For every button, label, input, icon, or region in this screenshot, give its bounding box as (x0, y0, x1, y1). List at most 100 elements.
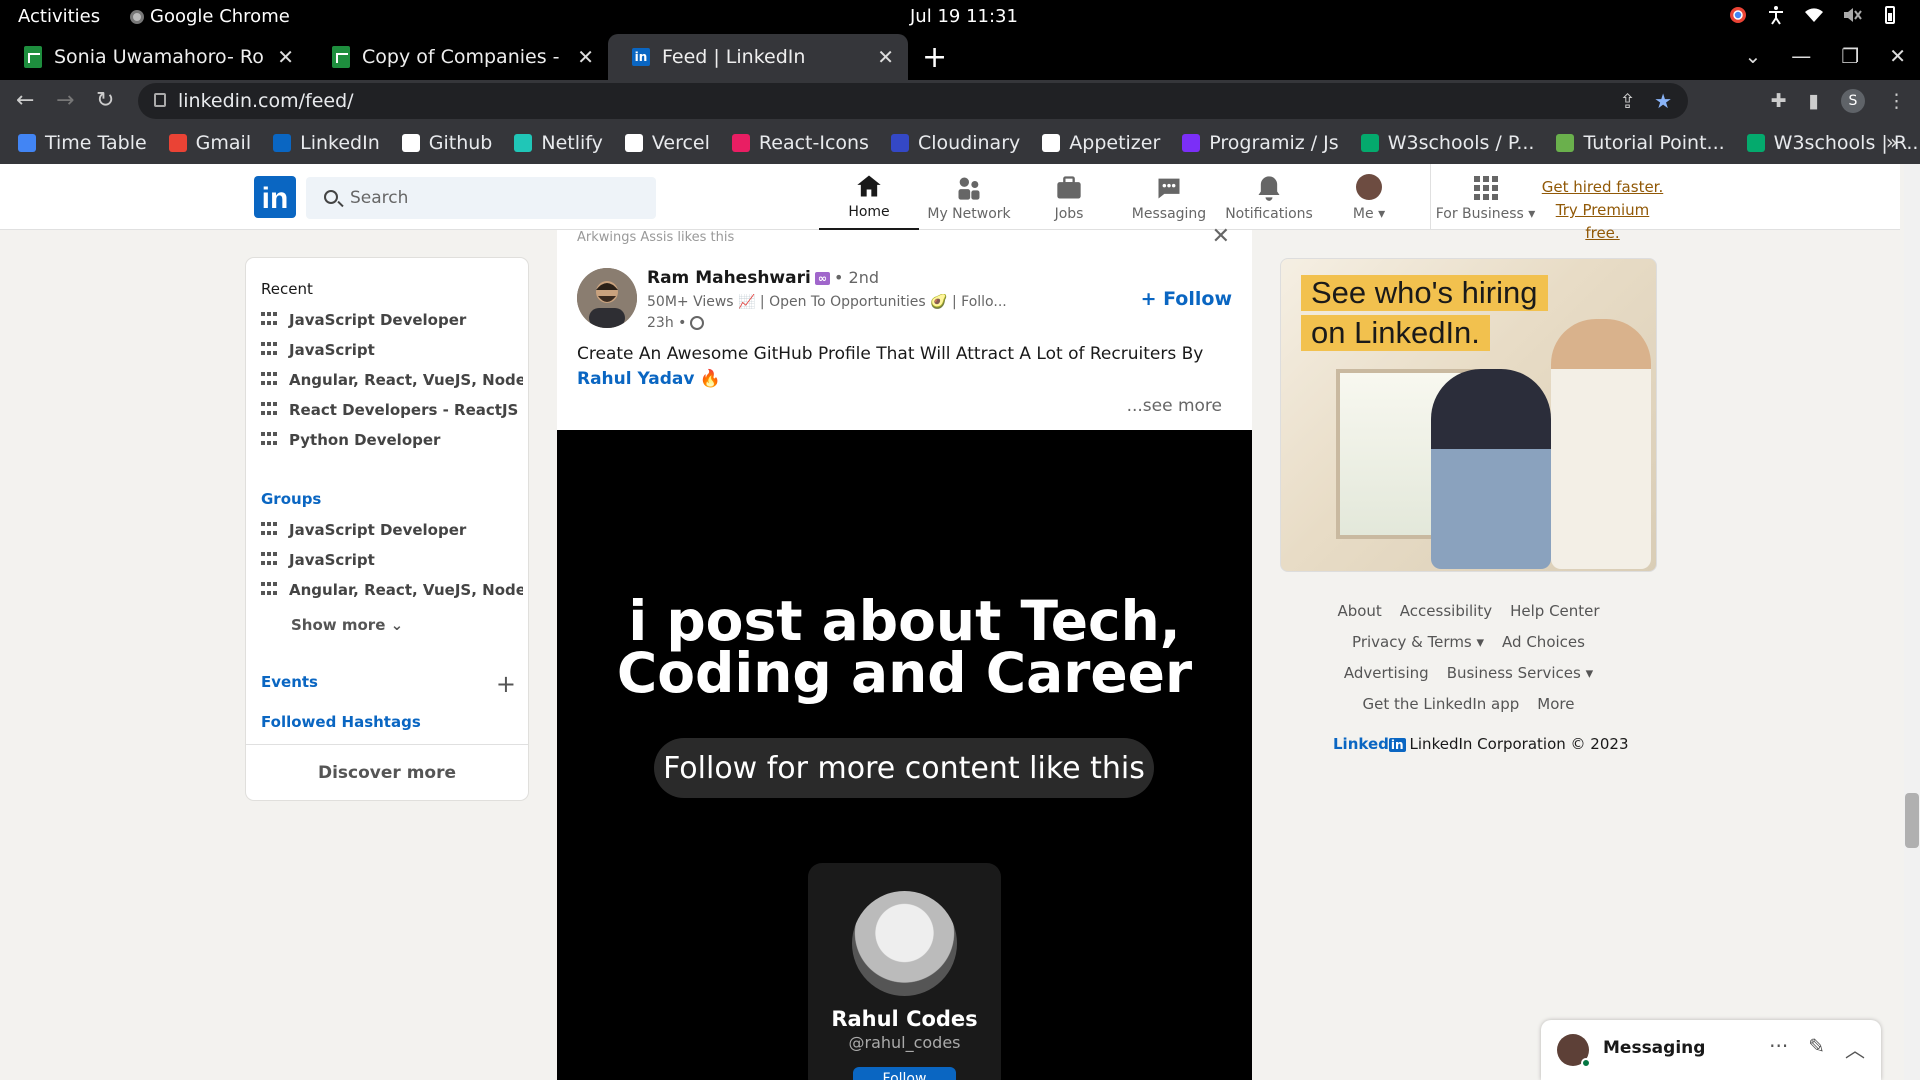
ad-card[interactable]: See who's hiring on LinkedIn. (1280, 258, 1657, 572)
forward-arrow-icon[interactable]: → (56, 88, 74, 113)
nav-notifications[interactable]: Notifications (1219, 164, 1319, 230)
sidebar-item[interactable]: Python Developer (261, 431, 523, 449)
bookmark-item[interactable]: Vercel (624, 132, 710, 154)
more-options-icon[interactable]: ··· (1769, 1034, 1788, 1063)
ad-headline-line-1: See who's hiring (1301, 275, 1548, 311)
close-icon[interactable]: ✕ (277, 45, 294, 69)
extensions-icon[interactable]: ✚ (1771, 90, 1787, 112)
premium-upsell-link[interactable]: Get hired faster. Try Premium free. (1540, 176, 1665, 245)
new-tab-button[interactable]: + (922, 40, 947, 75)
footer-link[interactable]: More (1537, 695, 1574, 713)
browser-tab[interactable]: Copy of Companies - Goo ✕ (308, 34, 608, 80)
nav-label: Me ▾ (1353, 206, 1385, 222)
bookmark-label: Appetizer (1069, 132, 1161, 154)
nav-messaging[interactable]: Messaging (1119, 164, 1219, 230)
bookmark-item[interactable]: Programiz / Js (1182, 132, 1339, 154)
nav-label: Notifications (1225, 206, 1313, 222)
group-icon (261, 552, 277, 568)
close-window-icon[interactable]: ✕ (1889, 44, 1906, 68)
bookmark-item[interactable]: W3schools / P... (1360, 132, 1534, 154)
sidebar-item[interactable]: JavaScript Developer (261, 521, 523, 539)
dismiss-post-icon[interactable]: ✕ (1212, 224, 1230, 249)
followed-hashtags-link[interactable]: Followed Hashtags (261, 713, 421, 731)
linkedin-logo[interactable]: in (254, 176, 296, 218)
nav-me[interactable]: Me ▾ (1319, 164, 1419, 230)
footer-link[interactable]: Accessibility (1400, 602, 1492, 620)
reload-icon[interactable]: ↻ (96, 88, 114, 113)
side-panel-icon[interactable]: ▮ (1809, 90, 1819, 112)
sidebar-item[interactable]: Angular, React, VueJS, Node... (261, 581, 523, 599)
author-avatar[interactable] (577, 268, 637, 328)
follow-button[interactable]: + Follow (1141, 288, 1232, 310)
footer-link[interactable]: Advertising (1344, 664, 1429, 682)
post-time-text: 23h • (647, 315, 687, 331)
footer-link[interactable]: Ad Choices (1502, 633, 1585, 651)
see-more-link[interactable]: ...see more (1127, 396, 1222, 416)
nav-home[interactable]: Home (819, 164, 919, 230)
bookmark-item[interactable]: React-Icons (731, 132, 869, 154)
events-link[interactable]: Events (261, 673, 318, 691)
clock[interactable]: Jul 19 11:31 (910, 6, 1018, 27)
bookmark-item[interactable]: Github (401, 132, 492, 154)
sidebar-item[interactable]: Angular, React, VueJS, Node... (261, 371, 523, 389)
system-tray[interactable] (1728, 5, 1900, 25)
bookmark-item[interactable]: Tutorial Point... (1556, 132, 1725, 154)
mention-link[interactable]: Rahul Yadav (577, 369, 694, 389)
menu-dots-icon[interactable]: ⋮ (1887, 90, 1906, 112)
profile-avatar[interactable]: S (1841, 89, 1865, 113)
sidebar-item[interactable]: React Developers - ReactJS ... (261, 401, 523, 419)
close-icon[interactable]: ✕ (877, 45, 894, 69)
scrollbar-thumb[interactable] (1905, 793, 1919, 848)
bookmark-star-icon[interactable]: ★ (1654, 89, 1672, 113)
footer-link[interactable]: Help Center (1510, 602, 1599, 620)
bookmarks-overflow-icon[interactable]: » (1886, 130, 1898, 154)
close-icon[interactable]: ✕ (577, 45, 594, 69)
sidebar-item[interactable]: JavaScript (261, 551, 523, 569)
tab-search-icon[interactable]: ⌄ (1745, 44, 1762, 68)
groups-link[interactable]: Groups (261, 490, 321, 508)
for-business-menu[interactable]: For Business ▾ (1430, 164, 1540, 230)
bookmark-label: Time Table (45, 132, 147, 154)
sidebar-item[interactable]: JavaScript (261, 341, 523, 359)
volume-muted-icon (1844, 8, 1862, 22)
bookmark-item[interactable]: Gmail (168, 132, 251, 154)
compose-icon[interactable]: ✎ (1808, 1034, 1825, 1063)
sidebar-item[interactable]: JavaScript Developer (261, 311, 523, 329)
bookmark-item[interactable]: Time Table (18, 132, 147, 154)
media-profile-handle: @rahul_codes (848, 1033, 961, 1052)
bookmark-item[interactable]: Appetizer (1042, 132, 1160, 154)
footer-link[interactable]: About (1337, 602, 1381, 620)
author-name[interactable]: Ram Maheshwari ∞ • 2nd (647, 268, 879, 288)
feed-post-header: Arkwings Assis likes this ✕ Ram Maheshwa… (557, 224, 1252, 430)
bookmark-label: React-Icons (758, 132, 869, 154)
messaging-overlay[interactable]: Messaging ··· ✎ ︿ (1541, 1020, 1881, 1080)
post-media[interactable]: i post about Tech, Coding and Career Fol… (557, 430, 1252, 1080)
minimize-icon[interactable]: — (1791, 44, 1811, 68)
nav-jobs[interactable]: Jobs (1019, 164, 1119, 230)
back-arrow-icon[interactable]: ← (16, 88, 34, 113)
add-event-plus-icon[interactable]: + (496, 670, 516, 698)
browser-tab-active[interactable]: in Feed | LinkedIn ✕ (608, 34, 908, 80)
nav-my-network[interactable]: My Network (919, 164, 1019, 230)
bookmark-item[interactable]: LinkedIn (273, 132, 380, 154)
search-input[interactable]: Search (306, 177, 656, 219)
bookmark-item[interactable]: Netlify (514, 132, 603, 154)
chevron-up-icon[interactable]: ︿ (1845, 1034, 1865, 1063)
address-bar[interactable]: linkedin.com/feed/ ⇪ ★ (138, 83, 1688, 119)
discover-more-button[interactable]: Discover more (246, 744, 528, 800)
footer-link[interactable]: Business Services ▾ (1447, 664, 1593, 682)
share-icon[interactable]: ⇪ (1619, 89, 1636, 113)
app-menu[interactable]: Google Chrome (130, 6, 290, 27)
page-scrollbar[interactable] (1904, 164, 1920, 1080)
app-name: Google Chrome (150, 6, 290, 27)
me-label: Me (1352, 206, 1374, 222)
lock-icon[interactable] (154, 93, 166, 107)
bookmark-favicon-icon (1360, 134, 1379, 152)
bookmark-item[interactable]: Cloudinary (890, 132, 1020, 154)
browser-tab[interactable]: Sonia Uwamahoro- Road t ✕ (0, 34, 308, 80)
show-more-button[interactable]: Show more ⌄ (291, 616, 403, 634)
footer-link[interactable]: Privacy & Terms ▾ (1352, 633, 1484, 651)
restore-icon[interactable]: ❐ (1841, 44, 1859, 68)
activities-button[interactable]: Activities (18, 6, 100, 27)
footer-link[interactable]: Get the LinkedIn app (1363, 695, 1520, 713)
